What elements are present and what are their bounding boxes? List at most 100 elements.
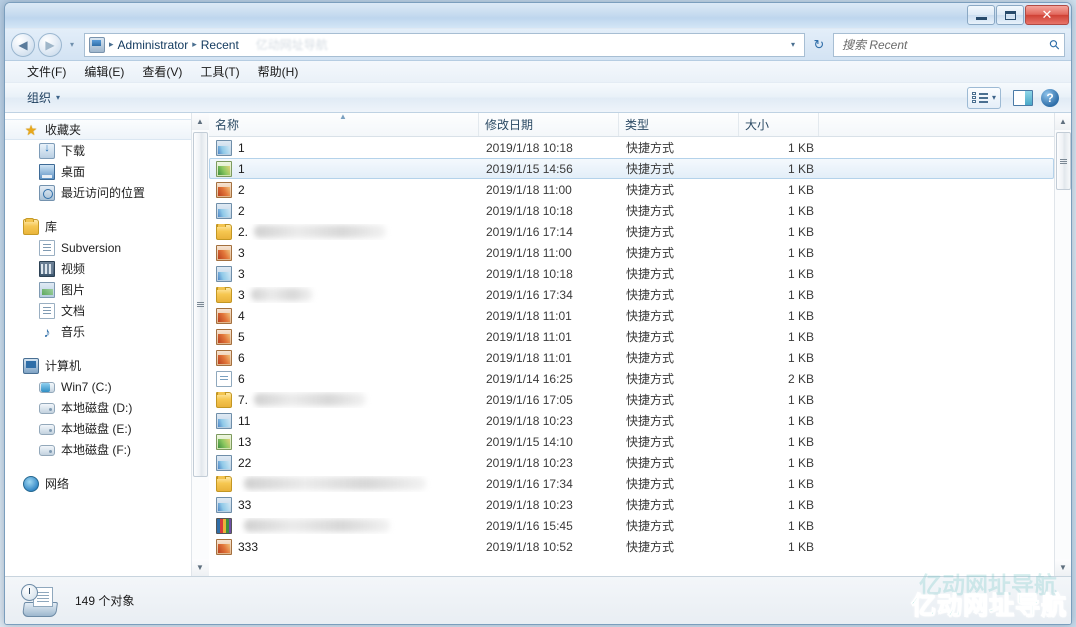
file-list-scroll-track[interactable] [1054,130,1071,559]
table-row[interactable]: 5 2019/1/18 11:01 快捷方式 1 KB [209,326,1054,347]
preview-pane-button[interactable] [1013,89,1033,106]
sidebar-item-network[interactable]: 网络 [5,473,191,494]
watermark-logo: 亿动网址导航 [910,591,1067,621]
table-row[interactable]: 333 2019/1/18 10:52 快捷方式 1 KB [209,536,1054,557]
menu-view[interactable]: 查看(V) [134,60,190,83]
redacted-name [254,393,367,406]
table-row[interactable]: 3 2019/1/16 17:34 快捷方式 1 KB [209,284,1054,305]
menu-edit[interactable]: 编辑(E) [76,60,132,83]
cell-size: 1 KB [787,245,814,260]
photo-green-icon [216,433,232,450]
table-row[interactable]: 22 2019/1/18 10:23 快捷方式 1 KB [209,452,1054,473]
breadcrumb-item-administrator[interactable]: Administrator [115,38,192,52]
column-header-type[interactable]: 类型 [619,113,739,136]
table-row[interactable]: 3 2019/1/18 10:18 快捷方式 1 KB [209,263,1054,284]
redacted-name [244,519,390,532]
sidebar-item-drive-f[interactable]: 本地磁盘 (F:) [5,439,191,460]
sidebar-item-downloads[interactable]: 下载 [5,140,191,161]
table-row[interactable]: 1 2019/1/18 10:18 快捷方式 1 KB [209,137,1054,158]
maximize-button[interactable] [996,5,1024,25]
table-row[interactable]: 33 2019/1/18 10:23 快捷方式 1 KB [209,494,1054,515]
photo-green-icon [216,160,232,177]
sidebar-item-drive-d[interactable]: 本地磁盘 (D:) [5,397,191,418]
scroll-up-icon[interactable]: ▲ [1054,113,1071,130]
column-header-date[interactable]: 修改日期 [479,113,619,136]
cell-size: 1 KB [787,434,814,449]
table-row[interactable]: 6 2019/1/18 11:01 快捷方式 1 KB [209,347,1054,368]
help-icon[interactable]: ? [1041,88,1059,107]
sidebar-item-documents[interactable]: 文档 [5,300,191,321]
menu-file[interactable]: 文件(F) [19,60,74,83]
scroll-down-icon[interactable]: ▼ [191,559,209,576]
scroll-down-icon[interactable]: ▼ [1054,559,1071,576]
history-dropdown-icon[interactable]: ▾ [65,40,79,49]
sidebar-item-music[interactable]: ♪ 音乐 [5,321,191,342]
sidebar-item-computer[interactable]: 计算机 [5,355,191,376]
table-row[interactable]: 6 2019/1/14 16:25 快捷方式 2 KB [209,368,1054,389]
breadcrumb-dropdown-icon[interactable]: ▾ [786,40,800,49]
sidebar-scroll-track[interactable] [191,130,209,559]
sidebar-scrollbar[interactable]: ▲ ▼ [191,113,209,576]
redacted-name [244,477,426,490]
file-name: 33 [238,497,252,512]
cell-name: 7. [210,391,480,408]
file-name: 11 [238,413,251,428]
close-button[interactable]: ✕ [1025,5,1069,25]
table-row[interactable]: 13 2019/1/15 14:10 快捷方式 1 KB [209,431,1054,452]
cell-date: 2019/1/18 11:00 [486,245,572,260]
breadcrumb-item-recent[interactable]: Recent [198,38,242,52]
cell-name: 2 [210,202,480,219]
table-row[interactable]: 2 2019/1/18 10:18 快捷方式 1 KB [209,200,1054,221]
network-icon [23,475,39,492]
table-row[interactable]: 11 2019/1/18 10:23 快捷方式 1 KB [209,410,1054,431]
menu-help[interactable]: 帮助(H) [250,60,307,83]
cell-date: 2019/1/15 14:56 [486,161,573,176]
item-count-label: 149 个对象 [75,594,135,608]
file-list-scroll-thumb[interactable] [1055,132,1071,190]
sidebar-item-drive-e[interactable]: 本地磁盘 (E:) [5,418,191,439]
table-row[interactable]: 4 2019/1/18 11:01 快捷方式 1 KB [209,305,1054,326]
column-header-size[interactable]: 大小 [739,113,819,136]
sidebar-item-subversion[interactable]: Subversion [5,237,191,258]
menu-tools[interactable]: 工具(T) [192,60,247,83]
forward-button[interactable]: ▶ [38,32,62,57]
breadcrumb[interactable]: ▸ Administrator ▸ Recent 亿动网址导航 ▾ [84,32,805,57]
refresh-button[interactable]: ↻ [808,33,830,57]
table-row[interactable]: 3 2019/1/18 11:00 快捷方式 1 KB [209,242,1054,263]
sidebar-item-recent-places[interactable]: 最近访问的位置 [5,182,191,203]
sidebar-item-favorites[interactable]: ★ 收藏夹 [5,119,191,140]
photo-orange-icon [216,307,232,324]
file-list-scrollbar[interactable]: ▲ ▼ [1054,113,1071,576]
sidebar-item-label: 下载 [61,144,86,158]
sidebar-item-desktop[interactable]: 桌面 [5,161,191,182]
scroll-up-icon[interactable]: ▲ [191,113,209,130]
sidebar-item-pictures[interactable]: 图片 [5,279,191,300]
table-row[interactable]: 2. 2019/1/16 17:14 快捷方式 1 KB [209,221,1054,242]
breadcrumb-ghost-text: 亿动网址导航 [255,38,328,52]
table-row[interactable]: 2019/1/16 17:34 快捷方式 1 KB [209,473,1054,494]
sidebar-item-videos[interactable]: 视频 [5,258,191,279]
cell-name: 3 [210,286,480,303]
cell-type: 快捷方式 [626,141,675,155]
table-row[interactable]: 7. 2019/1/16 17:05 快捷方式 1 KB [209,389,1054,410]
video-icon [39,260,55,277]
change-view-button[interactable]: ▾ [966,86,1001,109]
column-label: 名称 [215,118,240,132]
sidebar-item-drive-c[interactable]: Win7 (C:) [5,376,191,397]
table-row[interactable]: 2 2019/1/18 11:00 快捷方式 1 KB [209,179,1054,200]
table-row[interactable]: 1 2019/1/15 14:56 快捷方式 1 KB [209,158,1054,179]
sidebar-item-libraries[interactable]: 库 [5,216,191,237]
desktop-icon [39,163,55,180]
column-header-name[interactable]: ▲ 名称 [209,112,479,136]
search-box[interactable]: ⚲ [833,32,1065,57]
cell-size: 1 KB [787,308,814,323]
status-bar: 149 个对象 亿动网址导航 亿动网址导航 [5,573,1071,624]
table-row[interactable]: 2019/1/16 15:45 快捷方式 1 KB [209,515,1054,536]
recent-items-icon [19,583,61,619]
cell-type: 快捷方式 [626,456,675,470]
minimize-button[interactable] [967,5,995,25]
organize-button[interactable]: 组织 ▾ [19,85,68,110]
search-input[interactable] [842,37,1051,52]
back-button[interactable]: ◀ [11,32,35,57]
sidebar-scroll-thumb[interactable] [192,132,208,477]
